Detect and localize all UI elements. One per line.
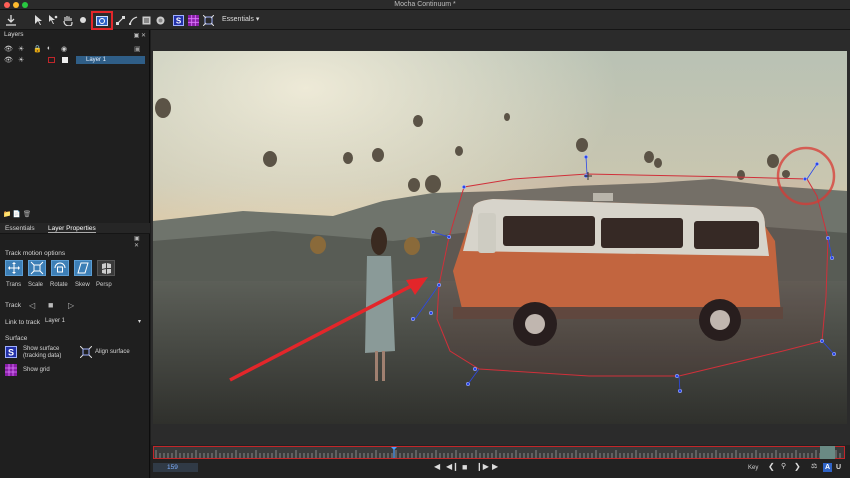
window-title: Mocha Continuum *	[394, 1, 456, 8]
show-grid-icon[interactable]	[5, 364, 17, 376]
layers-panel-header: Layers ▣ ✕	[0, 30, 150, 40]
persp-label: Persp	[96, 282, 112, 288]
add-key-icon[interactable]: ⚲	[781, 462, 786, 470]
layer-actions: 📁 📄 🗑	[3, 210, 31, 218]
render-toggle-icon[interactable]: ☀	[18, 56, 24, 64]
layer-spline	[436, 173, 829, 377]
surface-title: Surface	[5, 335, 28, 342]
show-surface-subtext: (tracking data)	[23, 353, 62, 359]
skew-icon	[77, 262, 89, 274]
tab-layer-properties[interactable]: Layer Properties	[48, 225, 96, 233]
prev-key-icon[interactable]: ❮	[768, 462, 775, 471]
auto-track-badge[interactable]: A	[823, 463, 832, 472]
step-back-icon[interactable]: ◀❙	[446, 462, 459, 471]
clip-frame	[153, 51, 847, 424]
grid-icon[interactable]	[187, 13, 199, 27]
link-to-track-label: Link to track	[5, 319, 41, 326]
align-surface-label: Align surface	[95, 349, 130, 355]
persp-toggle[interactable]	[97, 260, 115, 276]
svg-text:S: S	[8, 348, 14, 358]
bezier-tool-icon[interactable]	[128, 13, 138, 27]
tab-essentials[interactable]: Essentials	[5, 225, 35, 232]
show-grid-label: Show grid	[23, 367, 50, 373]
link-to-track-value: Layer 1	[45, 318, 66, 324]
show-surface-label: Show surface (tracking data)	[23, 346, 61, 360]
timeline: 159 ◀ ◀❙ ■ ❙▶ ▶ Key ❮ ⚲ ❯ ⚖ A U	[151, 445, 850, 478]
delete-layer-icon[interactable]: 🗑	[23, 211, 31, 218]
skew-label: Skew	[75, 282, 90, 288]
matte-header-icon: ◐	[47, 45, 52, 52]
pick-tool-icon[interactable]	[48, 13, 58, 27]
layer-color-swatch[interactable]	[48, 57, 55, 63]
key-label: Key	[748, 465, 759, 471]
chevron-down-icon: ▾	[255, 16, 260, 23]
track-label: Track	[5, 302, 22, 309]
link-to-track-select[interactable]: Layer 1 ▾	[45, 318, 143, 327]
x-spline-tool-icon[interactable]	[115, 13, 125, 27]
layer-name[interactable]: Layer 1	[76, 56, 145, 64]
add-folder-icon[interactable]: 📁	[3, 211, 11, 218]
zoom-tool-icon[interactable]	[78, 13, 88, 27]
stop-tracking-icon[interactable]: ■	[48, 300, 53, 310]
timeline-track[interactable]	[153, 446, 845, 459]
track-forward-icon[interactable]: ▷	[68, 301, 74, 310]
step-forward-icon[interactable]: ❙▶	[476, 462, 489, 471]
show-surface-text: Show surface	[23, 346, 60, 352]
auto-key-icon[interactable]: ⚖	[811, 462, 817, 470]
next-key-icon[interactable]: ❯	[794, 462, 801, 471]
title-bar: Mocha Continuum *	[0, 0, 850, 10]
rotate-label: Rotate	[50, 282, 68, 288]
render-header-icon: ☀	[18, 46, 25, 53]
matte-color-swatch[interactable]	[62, 57, 68, 63]
left-panel: Layers ▣ ✕ 👁 ☀ 🔒 ◐ ◉ ▣ 👁 ☀ Layer 1 📁 📄 🗑…	[0, 30, 150, 478]
clip-viewer[interactable]	[153, 51, 847, 424]
lock-header-icon: 🔒	[33, 46, 42, 53]
render-cache-icon[interactable]	[820, 446, 835, 459]
trans-toggle[interactable]	[5, 260, 23, 276]
export-icon[interactable]	[5, 13, 17, 27]
main-toolbar: S Essentials ▾	[0, 10, 850, 30]
track-motion-title: Track motion options	[5, 250, 66, 257]
visibility-header-icon: 👁	[4, 46, 13, 53]
play-icon[interactable]: ▶	[492, 462, 498, 471]
track-backward-icon[interactable]: ◁	[29, 301, 35, 310]
chevron-down-icon: ▾	[137, 319, 141, 325]
scale-label: Scale	[28, 282, 44, 288]
scale-toggle[interactable]	[28, 260, 46, 276]
hand-tool-icon[interactable]	[62, 13, 74, 27]
circle-tool-icon[interactable]	[155, 13, 165, 27]
rotate-toggle[interactable]	[51, 260, 69, 276]
align-surface-button-icon[interactable]	[79, 345, 93, 359]
align-surface-icon[interactable]	[202, 13, 214, 27]
show-surface-icon[interactable]: S	[5, 346, 17, 358]
surface-icon[interactable]: S	[172, 13, 184, 27]
layers-panel-title: Layers	[4, 31, 24, 38]
workspace-label: Essentials	[222, 16, 254, 23]
new-layer-icon[interactable]: 📄	[13, 211, 21, 218]
go-to-start-icon[interactable]: ◀	[434, 462, 440, 471]
panel-controls[interactable]: ▣ ✕	[134, 31, 146, 41]
select-tool-icon[interactable]	[34, 13, 44, 27]
timeline-ticks	[155, 447, 841, 458]
properties-panel-controls[interactable]: ▣ ✕	[134, 235, 145, 249]
trans-label: Trans	[6, 282, 22, 288]
current-frame-field[interactable]: 159	[153, 463, 198, 472]
u-toggle[interactable]: U	[836, 464, 841, 471]
planar-tracker-icon[interactable]	[91, 11, 113, 30]
visibility-toggle-icon[interactable]: 👁	[4, 56, 13, 64]
layer-options-icon[interactable]: ▣	[134, 45, 141, 53]
rectangle-tool-icon[interactable]	[141, 13, 151, 27]
svg-text:S: S	[175, 16, 181, 25]
layers-column-header: 👁 ☀ 🔒 ◐ ◉ ▣	[0, 44, 150, 54]
properties-tabs: Essentials Layer Properties	[0, 223, 150, 234]
skew-toggle[interactable]	[74, 260, 92, 276]
trans-icon	[8, 262, 20, 274]
color-header-icon: ◉	[61, 46, 68, 53]
persp-icon	[102, 263, 111, 274]
workspace-dropdown[interactable]: Essentials ▾	[222, 15, 259, 23]
scale-icon	[30, 261, 44, 275]
layer-row[interactable]: 👁 ☀ Layer 1	[0, 55, 150, 65]
rotate-icon	[54, 262, 66, 273]
stop-icon[interactable]: ■	[462, 462, 467, 472]
